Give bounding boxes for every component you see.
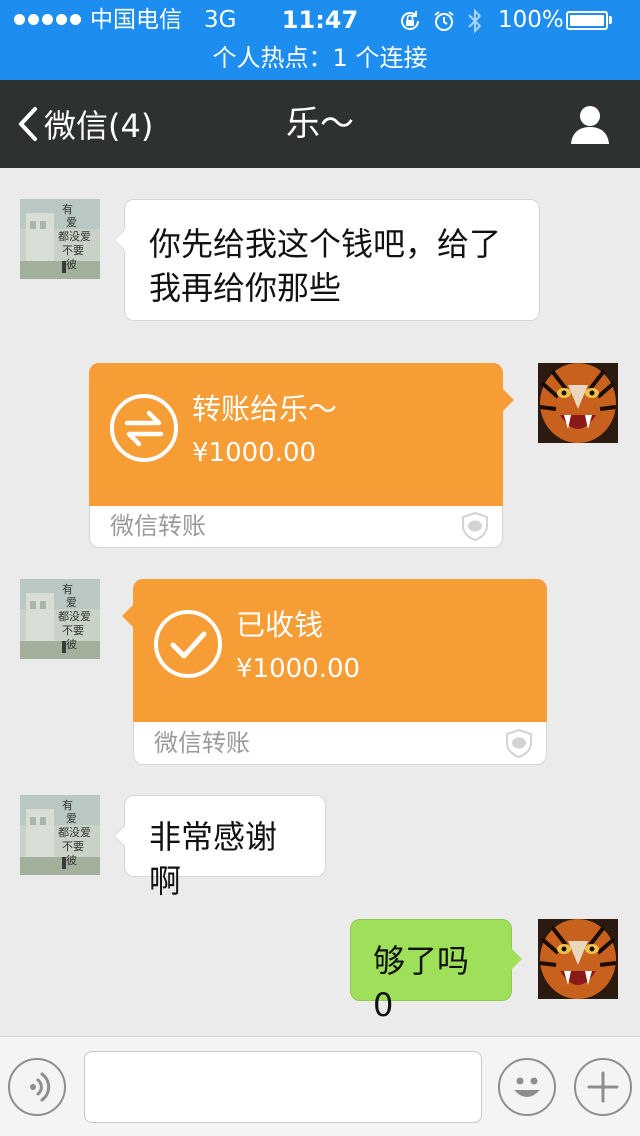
nav-bar: 微信(4) 乐～ [0,80,640,168]
wechat-pay-shield-icon [462,511,488,541]
profile-button[interactable] [566,102,614,146]
svg-text:有: 有 [62,582,73,596]
rotation-lock-icon [401,11,420,30]
my-avatar[interactable] [538,363,618,443]
svg-text:彼: 彼 [66,854,77,867]
alarm-icon [434,11,454,31]
transfer-amount: ¥1000.00 [236,654,361,684]
emoji-button[interactable] [498,1058,556,1116]
transfer-footer-label: 微信转账 [154,729,250,757]
message-text: 非常感谢啊 [149,818,278,900]
message-bubble-received[interactable]: 你先给我这个钱吧，给了 我再给你那些 [114,199,540,321]
contact-avatar[interactable]: 有 爱 都没爱 不要 彼 [20,795,100,875]
transfer-arrows-icon [110,394,178,462]
message-bubble-received[interactable]: 非常感谢啊 [114,795,326,900]
battery-percent: 100% [498,7,564,33]
contact-avatar[interactable]: 有 爱 都没爱 不要 彼 [20,199,100,279]
svg-text:有: 有 [62,798,73,812]
svg-text:不要: 不要 [62,244,84,257]
status-bar: 中国电信 3G 11:47 100% 个人热点：1 个连接 [0,0,640,80]
bluetooth-icon [468,8,482,34]
transfer-card-sent[interactable]: 转账给乐～ ¥1000.00 微信转账 [89,363,514,548]
my-avatar[interactable] [538,919,618,999]
svg-text:不要: 不要 [62,624,84,637]
svg-text:都没爱: 都没爱 [58,610,91,623]
svg-text:都没爱: 都没爱 [58,230,91,243]
voice-icon [30,1072,51,1102]
emoji-icon [514,1077,540,1097]
svg-text:彼: 彼 [66,258,77,271]
svg-text:有: 有 [62,202,73,216]
wechat-pay-shield-icon [506,728,532,758]
back-button[interactable]: 微信(4) [18,102,153,146]
checkmark-icon [154,610,222,678]
transfer-title: 已收钱 [236,608,324,642]
more-button[interactable] [574,1058,632,1116]
svg-text:都没爱: 都没爱 [58,826,91,839]
input-bar [0,1036,640,1136]
contact-avatar[interactable]: 有 爱 都没爱 不要 彼 [20,579,100,659]
svg-text:彼: 彼 [66,638,77,651]
transfer-amount: ¥1000.00 [192,438,317,468]
svg-text:爱: 爱 [66,812,77,825]
transfer-title: 转账给乐～ [192,392,338,426]
svg-text:爱: 爱 [66,596,77,609]
battery-icon [566,11,608,30]
svg-text:爱: 爱 [66,216,77,229]
hotspot-banner[interactable]: 个人热点：1 个连接 [0,42,640,74]
transfer-card-received[interactable]: 已收钱 ¥1000.00 微信转账 [122,579,547,765]
voice-button[interactable] [8,1058,66,1116]
plus-icon [587,1071,619,1103]
message-text: 你先给我这个钱吧，给了 [149,225,502,263]
back-label: 微信(4) [44,107,154,145]
person-icon [571,106,609,144]
message-text: 我再给你那些 [149,269,342,307]
message-text: 够了吗0 [373,942,470,1024]
chat-area[interactable]: 有 爱 都没爱 不要 彼 你先给我这个钱吧，给了 我再给你那些 转账给乐～ ¥1… [0,168,640,1036]
svg-text:不要: 不要 [62,840,84,853]
chevron-left-icon [19,107,37,141]
message-input[interactable] [84,1051,482,1123]
message-bubble-sent[interactable]: 够了吗0 [350,919,522,1024]
transfer-footer-label: 微信转账 [110,512,206,540]
